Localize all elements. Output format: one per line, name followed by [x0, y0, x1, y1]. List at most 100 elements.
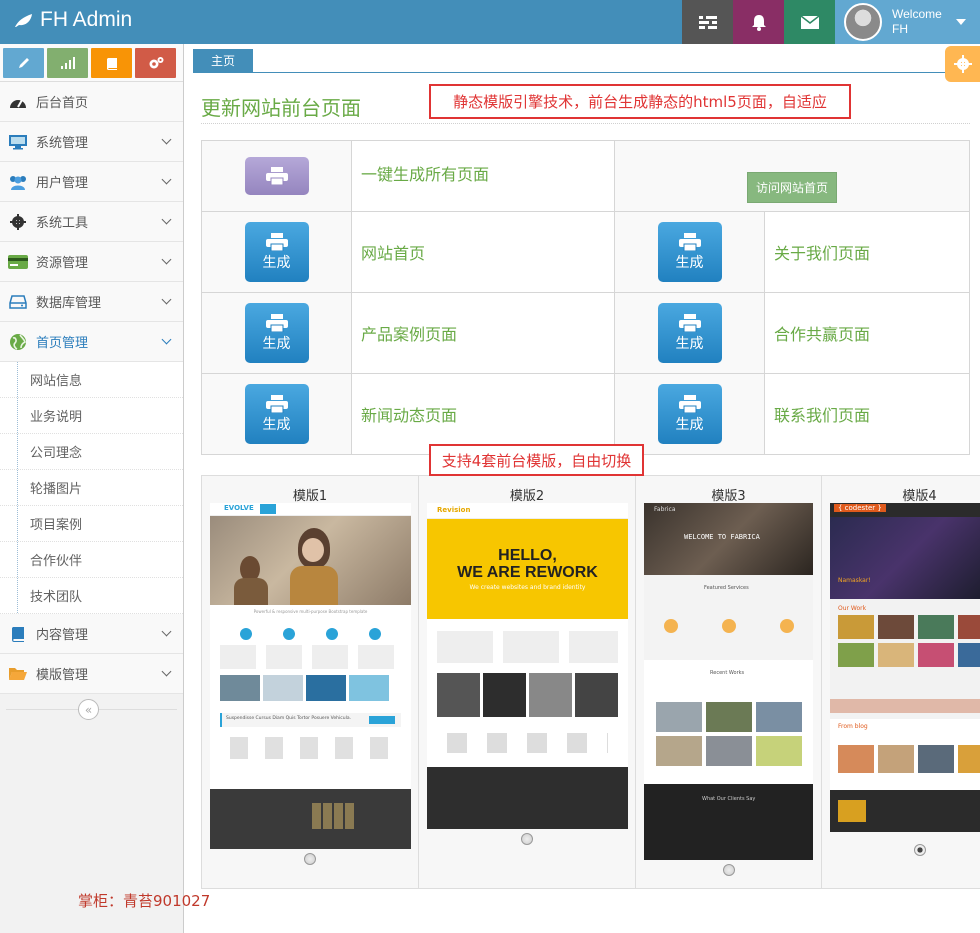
generate-button[interactable]: 生成 — [657, 222, 722, 282]
app-logo[interactable]: FH Admin — [14, 8, 132, 32]
book-icon — [0, 626, 36, 642]
sidebar-collapse-button[interactable]: « — [78, 699, 99, 720]
preview-logo: Fabrica — [654, 506, 676, 513]
visit-homepage-button[interactable]: 访问网站首页 — [746, 171, 837, 203]
template-preview: Fabrica WELCOME TO FABRICA Featured Serv… — [644, 503, 813, 860]
menu-label: 内容管理 — [36, 628, 89, 643]
generate-button[interactable]: 生成 — [244, 384, 309, 444]
template-radio-selected[interactable] — [914, 844, 926, 856]
submenu-business[interactable]: 业务说明 — [0, 398, 183, 434]
shortcut-book[interactable] — [91, 48, 132, 78]
pencil-icon — [18, 58, 29, 68]
template-card[interactable]: 模版2 Revision HELLO, WE ARE REWORK We cre… — [419, 476, 636, 888]
dashboard-icon — [0, 95, 36, 109]
chevron-down-icon — [161, 334, 172, 345]
submenu-site-info[interactable]: 网站信息 — [0, 362, 183, 398]
print-icon — [265, 313, 288, 332]
template-radio[interactable] — [723, 864, 735, 876]
generate-table: 一键生成所有页面 访问网站首页 生成 网站首页 生成 关于我们页面 生成 产品案… — [201, 140, 970, 455]
generate-button[interactable]: 生成 — [657, 303, 722, 363]
chevron-down-icon — [161, 214, 172, 225]
users-icon — [0, 174, 36, 190]
globe-icon — [0, 333, 36, 351]
template-gallery: 模版1 EVOLVE Powerful & responsive multi-p… — [201, 475, 980, 889]
preview-tagline: Powerful & responsive multi-purpose Boot… — [253, 609, 368, 614]
generate-button[interactable]: 生成 — [244, 303, 309, 363]
notifications-button[interactable] — [733, 0, 784, 44]
print-icon — [678, 394, 701, 413]
page-label: 合作共赢页面 — [774, 325, 871, 344]
main-content: 主页 更新网站前台页面 静态模版引擎技术，前台生成静态的html5页面，自适应 … — [185, 44, 980, 933]
generate-label: 生成 — [262, 254, 291, 271]
envelope-icon — [800, 15, 819, 29]
page-label: 产品案例页面 — [361, 325, 458, 344]
hdd-icon — [0, 294, 36, 309]
submenu-projects[interactable]: 项目案例 — [0, 506, 183, 542]
preview-clients: What Our Clients Say — [702, 796, 756, 802]
tab-home[interactable]: 主页 — [193, 49, 253, 73]
print-icon — [265, 167, 288, 185]
chevron-down-icon — [161, 254, 172, 265]
signal-icon — [60, 57, 75, 69]
caret-down-icon — [956, 19, 966, 25]
annotation-engine: 静态模版引擎技术，前台生成静态的html5页面，自适应 — [429, 84, 851, 119]
menu-resources[interactable]: 资源管理 — [0, 242, 183, 282]
app-title: FH Admin — [40, 8, 133, 31]
footer-note: 掌柜：青苔901027 — [78, 892, 211, 910]
generate-label: 生成 — [675, 335, 704, 352]
template-radio[interactable] — [521, 833, 533, 845]
tasks-button[interactable] — [682, 0, 733, 44]
tab-divider — [193, 72, 980, 73]
menu-templates[interactable]: 模版管理 — [0, 654, 183, 694]
settings-button[interactable] — [945, 46, 980, 82]
menu-label: 系统管理 — [36, 136, 89, 151]
shortcut-signal[interactable] — [47, 48, 88, 78]
username: FH — [892, 22, 908, 36]
menu-content[interactable]: 内容管理 — [0, 614, 183, 654]
generate-label: 生成 — [675, 416, 704, 433]
shortcut-cogs[interactable] — [135, 48, 176, 78]
sidebar: 后台首页 系统管理 用户管理 系统工具 资源管理 数据库管理 首页管理 网站信息… — [0, 44, 184, 933]
template-preview: EVOLVE Powerful & responsive multi-purpo… — [210, 503, 411, 849]
topbar: FH Admin Welcome FH — [0, 0, 980, 44]
menu-label: 用户管理 — [36, 176, 89, 191]
messages-button[interactable] — [784, 0, 835, 44]
menu-homepage[interactable]: 首页管理 — [0, 322, 183, 362]
submenu-partners[interactable]: 合作伙伴 — [0, 542, 183, 578]
menu-label: 系统工具 — [36, 216, 89, 231]
menu-system[interactable]: 系统管理 — [0, 122, 183, 162]
menu-tools[interactable]: 系统工具 — [0, 202, 183, 242]
preview-work: Our Work — [838, 605, 867, 612]
submenu-carousel[interactable]: 轮播图片 — [0, 470, 183, 506]
preview-recent: Recent Works — [710, 670, 745, 676]
generate-button[interactable]: 生成 — [244, 222, 309, 282]
generate-all-button[interactable] — [244, 157, 309, 195]
page-title: 更新网站前台页面 — [201, 96, 361, 120]
user-menu[interactable]: Welcome FH — [835, 0, 980, 44]
book-icon — [106, 57, 117, 70]
template-radio[interactable] — [304, 853, 316, 865]
print-icon — [265, 232, 288, 251]
chevron-down-icon — [161, 294, 172, 305]
shortcut-pencil[interactable] — [3, 48, 44, 78]
template-card[interactable]: 模版4 { codester } Namaskar! Our Work From… — [822, 476, 980, 888]
menu-label: 资源管理 — [36, 256, 89, 271]
generate-label: 生成 — [262, 416, 291, 433]
print-icon — [265, 394, 288, 413]
title-divider — [201, 123, 970, 124]
menu-dashboard[interactable]: 后台首页 — [0, 82, 183, 122]
desktop-icon — [0, 134, 36, 150]
preview-headline: HELLO, — [498, 546, 557, 564]
generate-button[interactable]: 生成 — [657, 384, 722, 444]
preview-blog: From blog — [838, 723, 868, 730]
template-card[interactable]: 模版1 EVOLVE Powerful & responsive multi-p… — [202, 476, 419, 888]
submenu-team[interactable]: 技术团队 — [0, 578, 183, 614]
cog-icon — [0, 213, 36, 230]
welcome-text: Welcome — [892, 7, 942, 21]
template-card[interactable]: 模版3 Fabrica WELCOME TO FABRICA Featured … — [636, 476, 822, 888]
menu-users[interactable]: 用户管理 — [0, 162, 183, 202]
submenu-philosophy[interactable]: 公司理念 — [0, 434, 183, 470]
tasks-icon — [698, 16, 717, 29]
preview-hello: Namaskar! — [838, 577, 871, 584]
menu-database[interactable]: 数据库管理 — [0, 282, 183, 322]
